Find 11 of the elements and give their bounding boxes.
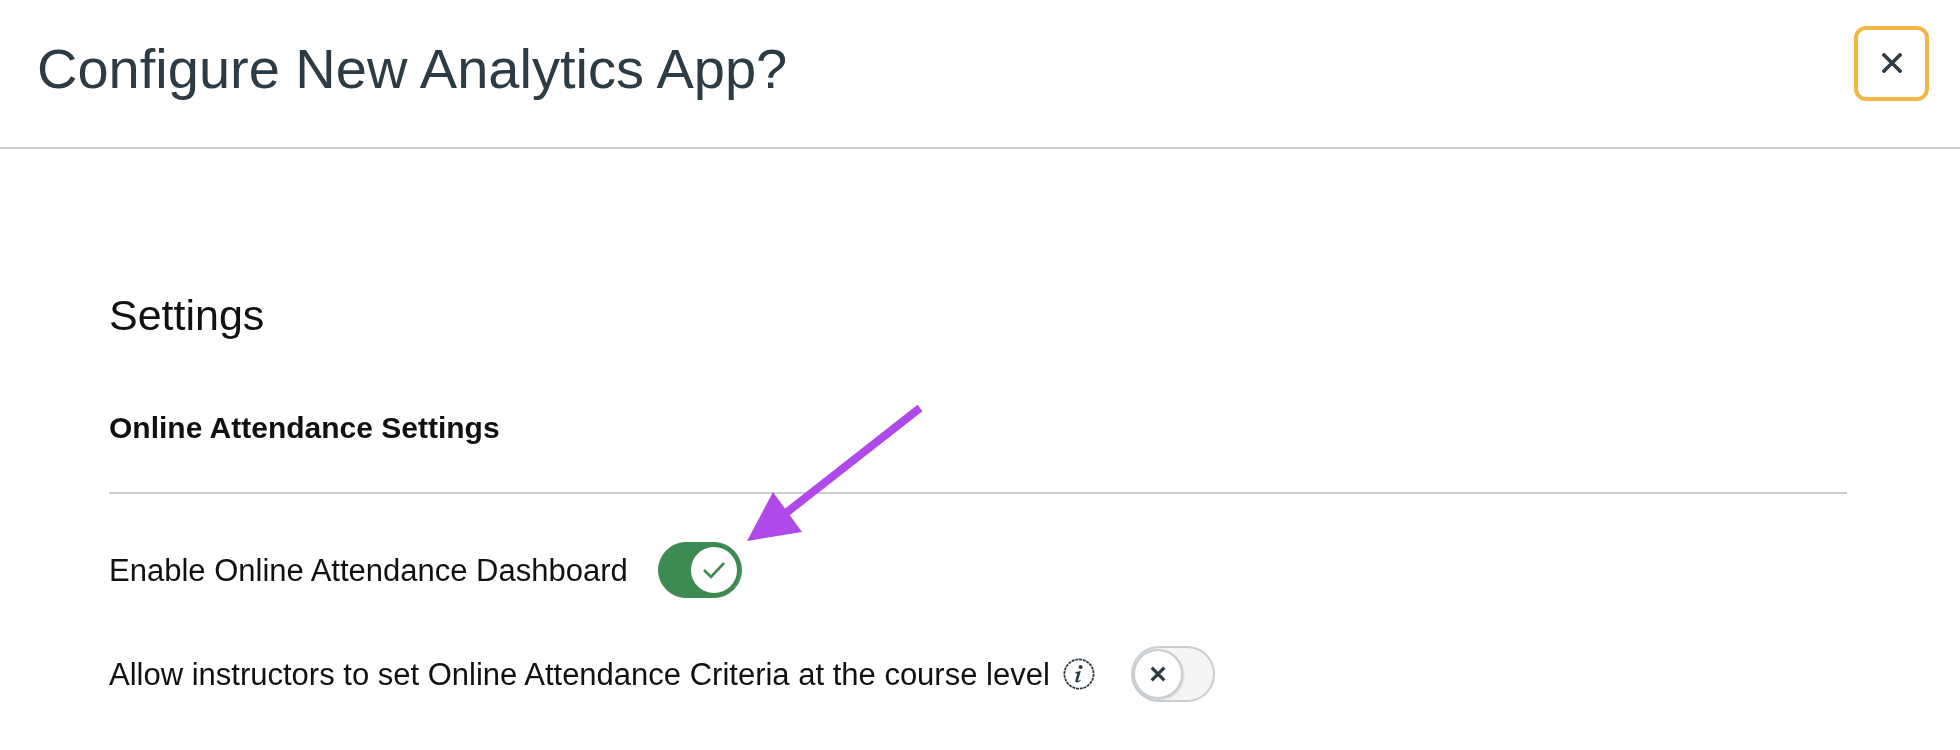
subsection-heading: Online Attendance Settings bbox=[109, 410, 500, 446]
section-heading: Settings bbox=[109, 291, 265, 341]
setting-label: Enable Online Attendance Dashboard bbox=[109, 552, 628, 589]
close-button[interactable] bbox=[1854, 25, 1929, 101]
check-icon bbox=[701, 560, 726, 581]
window-title: Configure New Analytics App? bbox=[37, 37, 788, 102]
close-icon bbox=[1881, 53, 1902, 74]
setting-label: Allow instructors to set Online Attendance Criteria at the course level bbox=[109, 656, 1050, 693]
x-icon bbox=[1148, 665, 1167, 684]
toggle-switch[interactable] bbox=[1130, 646, 1215, 703]
info-icon[interactable] bbox=[1062, 658, 1095, 691]
